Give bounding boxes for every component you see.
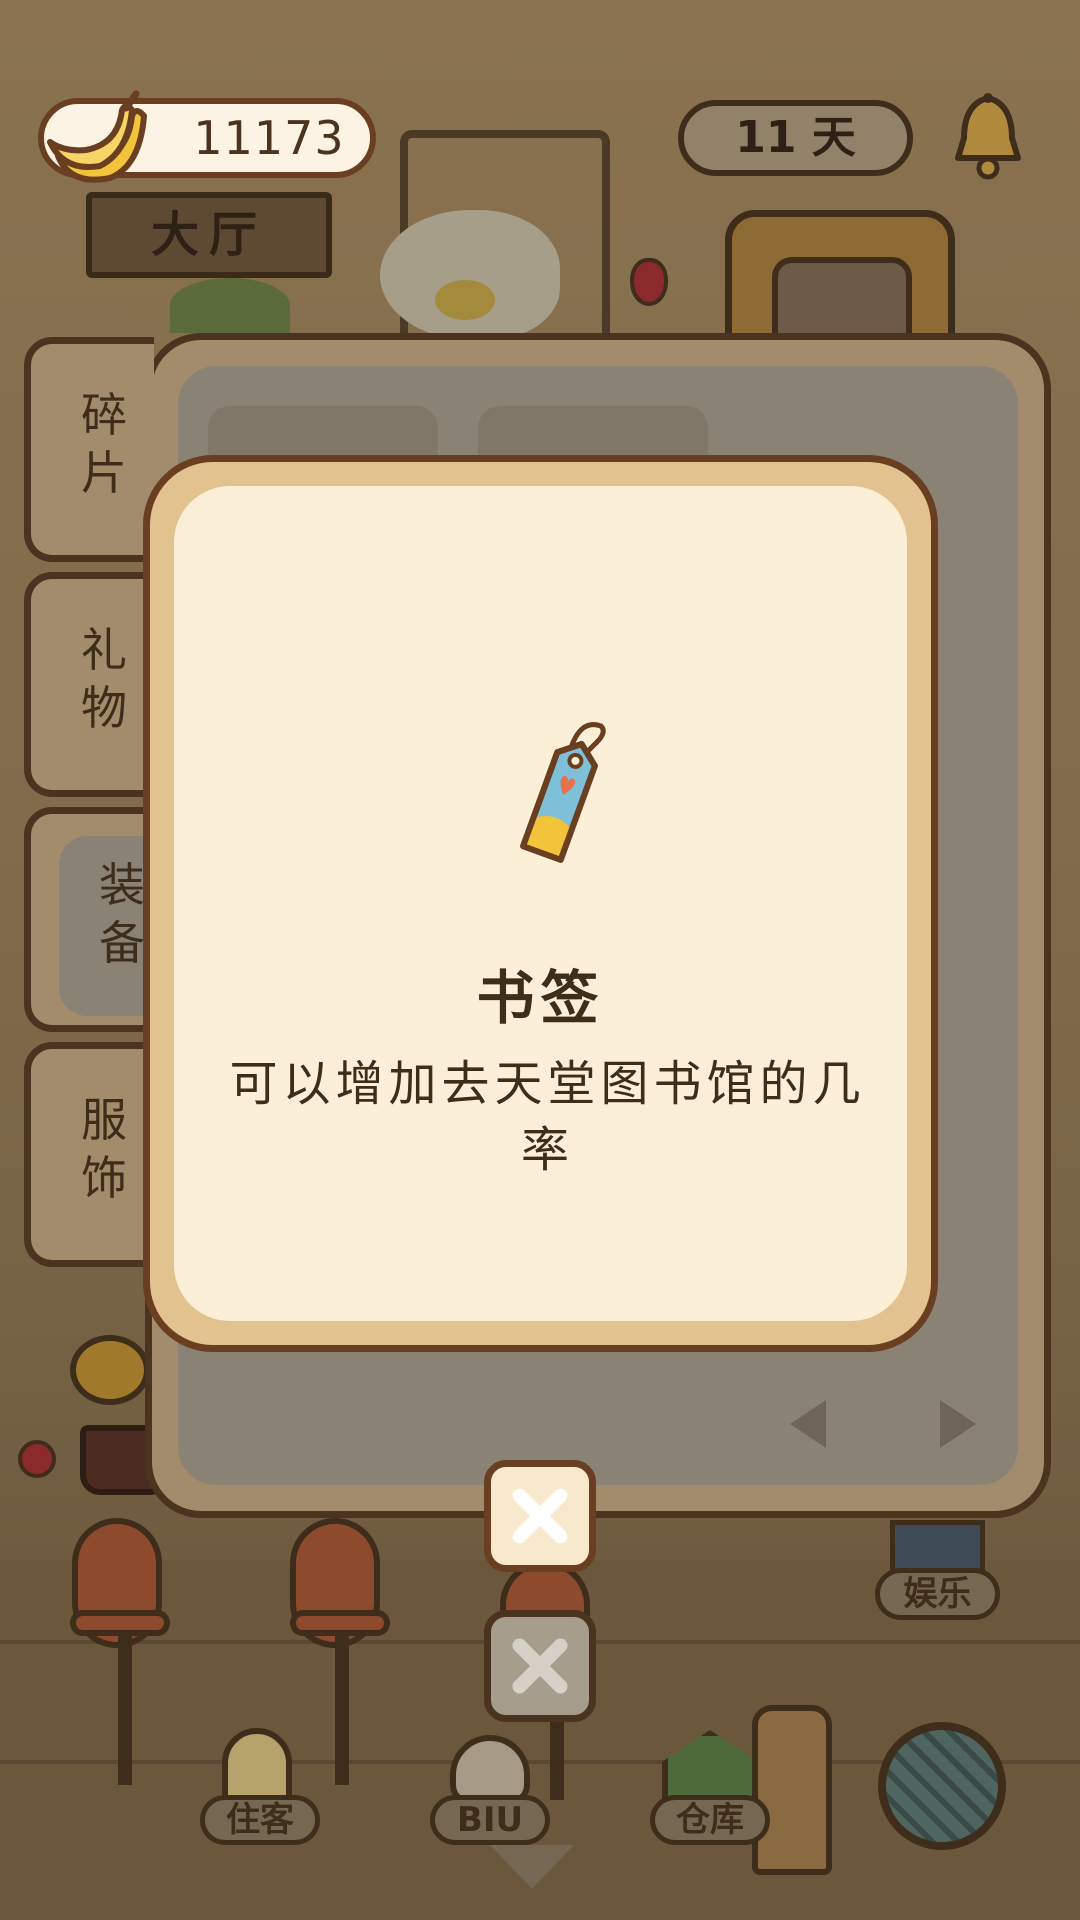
banana-counter: 11173 <box>38 90 376 183</box>
tab-label: 礼 物 <box>81 623 127 735</box>
gacha-machine-decoration <box>752 1705 832 1875</box>
previous-page-arrow-icon[interactable] <box>790 1400 826 1448</box>
tab-fragments[interactable]: 碎 片 <box>24 337 154 562</box>
tab-label: 碎 片 <box>81 388 127 500</box>
entertainment-figure <box>890 1520 985 1570</box>
yarn-ball-button[interactable] <box>878 1722 1006 1850</box>
next-page-arrow-icon[interactable] <box>940 1400 976 1448</box>
close-inventory-button[interactable] <box>484 1610 596 1722</box>
close-popup-button[interactable] <box>484 1460 596 1572</box>
day-counter: 11 天 <box>678 100 913 176</box>
tab-gifts[interactable]: 礼 物 <box>24 572 154 797</box>
stool-leg <box>335 1635 349 1785</box>
item-name: 书签 <box>476 964 605 1032</box>
banana-count: 11173 <box>193 111 345 165</box>
banana-icon <box>47 90 147 183</box>
stool-leg <box>118 1635 132 1785</box>
biu-button[interactable]: BIU <box>430 1795 550 1845</box>
stool-seat <box>70 1610 170 1636</box>
egg-decoration <box>380 210 560 340</box>
location-sign: 大厅 <box>86 192 332 278</box>
item-description: 可以增加去天堂图书馆的几率 <box>229 1056 866 1178</box>
muffin-decoration <box>70 1335 150 1405</box>
tab-label: 服 饰 <box>81 1093 127 1205</box>
stool-seat <box>290 1610 390 1636</box>
cherry-decoration <box>18 1440 56 1478</box>
item-detail-popup: 书签 可以增加去天堂图书馆的几率 <box>143 455 938 1352</box>
bell-icon[interactable] <box>950 90 1026 182</box>
guests-button[interactable]: 住客 <box>200 1795 320 1845</box>
entertainment-button[interactable]: 娱乐 <box>875 1568 1000 1620</box>
tab-clothing[interactable]: 服 饰 <box>24 1042 154 1267</box>
strawberry-decoration <box>630 258 668 306</box>
tab-equipment[interactable]: 装 备 <box>24 807 169 1032</box>
chevron-down-icon[interactable] <box>490 1845 574 1889</box>
bookmark-tag-icon <box>520 722 606 863</box>
warehouse-button[interactable]: 仓库 <box>650 1795 770 1845</box>
plant-decoration <box>170 278 290 333</box>
item-detail-content: 书签 可以增加去天堂图书馆的几率 <box>174 486 907 1321</box>
